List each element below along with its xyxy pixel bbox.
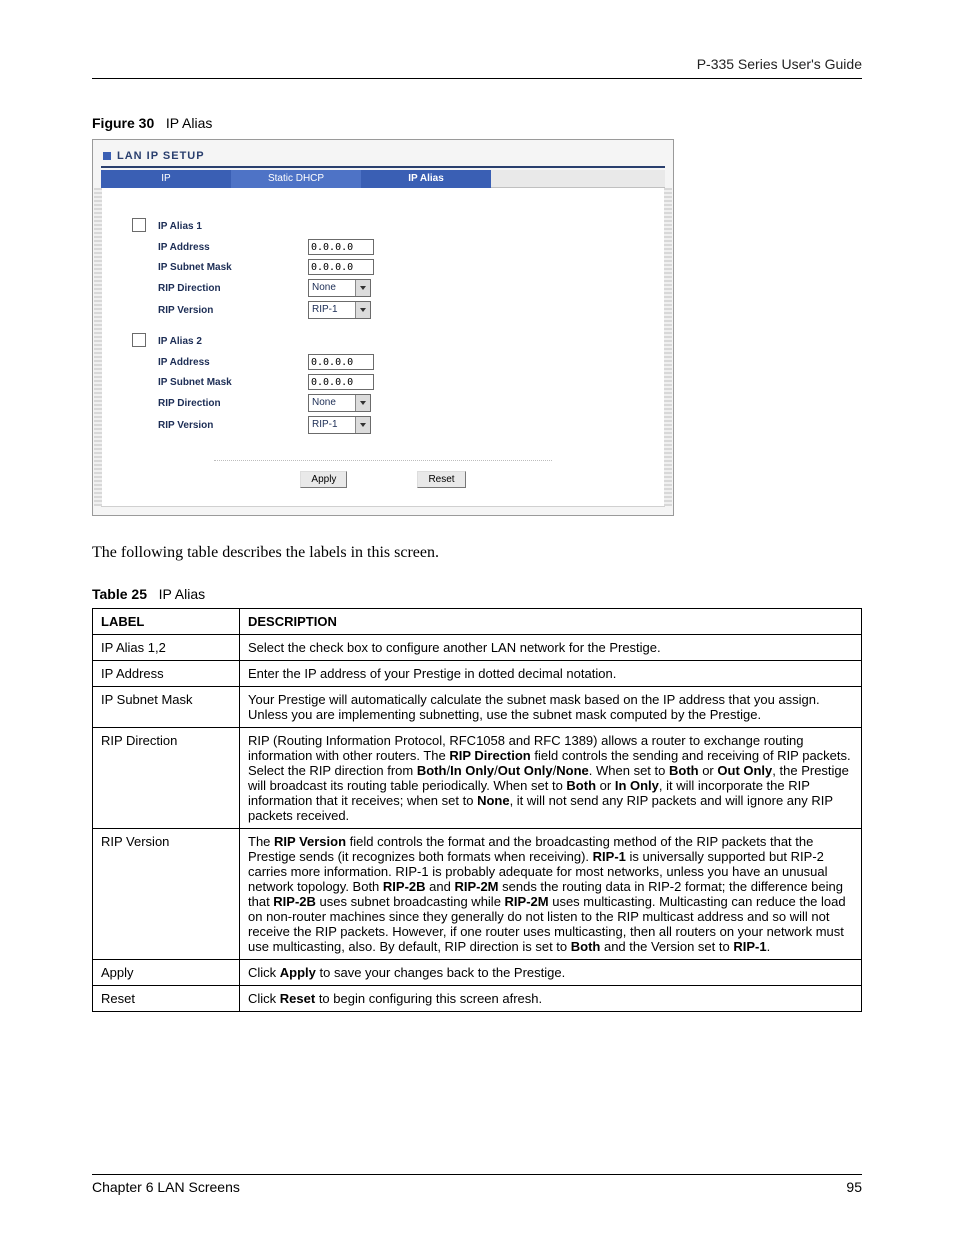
subnet-mask-label-1: IP Subnet Mask [158, 262, 308, 273]
table-row: RIP VersionThe RIP Version field control… [93, 829, 862, 960]
rip-version-select-2[interactable]: RIP-1 [308, 416, 371, 434]
ip-alias-1-row: IP Alias 1 [102, 216, 664, 237]
rip-version-label-1: RIP Version [158, 305, 308, 316]
rip-direction-select-2[interactable]: None [308, 394, 371, 412]
panel-bullet-icon [103, 152, 111, 160]
figure-caption: Figure 30 IP Alias [92, 115, 862, 131]
rip-direction-label-1: RIP Direction [158, 283, 308, 294]
ip-alias-1-checkbox[interactable] [132, 218, 146, 232]
table-row: IP Alias 1,2Select the check box to conf… [93, 635, 862, 661]
row-description: Your Prestige will automatically calcula… [240, 687, 862, 728]
tab-bar: IP Static DHCP IP Alias [101, 170, 665, 188]
ip-alias-2-label: IP Alias 2 [158, 336, 308, 347]
chevron-down-icon [355, 417, 370, 433]
ip-address-label-1: IP Address [158, 242, 308, 253]
ip-alias-1-label: IP Alias 1 [158, 221, 308, 232]
footer-chapter: Chapter 6 LAN Screens [92, 1179, 240, 1195]
table-row: ResetClick Reset to begin configuring th… [93, 986, 862, 1012]
reset-button[interactable]: Reset [417, 471, 465, 488]
ip-address-label-2: IP Address [158, 357, 308, 368]
apply-button[interactable]: Apply [300, 471, 347, 488]
tab-ip-alias[interactable]: IP Alias [361, 170, 491, 188]
chevron-down-icon [355, 302, 370, 318]
description-table: LABEL DESCRIPTION IP Alias 1,2Select the… [92, 608, 862, 1012]
row-description: Click Apply to save your changes back to… [240, 960, 862, 986]
row-label: RIP Direction [93, 728, 240, 829]
table-row: ApplyClick Apply to save your changes ba… [93, 960, 862, 986]
row-label: Reset [93, 986, 240, 1012]
ip-alias-2-row: IP Alias 2 [102, 331, 664, 352]
row-label: IP Alias 1,2 [93, 635, 240, 661]
intro-text: The following table describes the labels… [92, 544, 862, 562]
ip-address-input-2[interactable] [308, 354, 374, 370]
footer-page-number: 95 [846, 1179, 862, 1195]
rip-version-label-2: RIP Version [158, 420, 308, 431]
form-area: IP Alias 1 IP Address IP Subnet Mask RIP… [101, 188, 665, 507]
table-row: RIP DirectionRIP (Routing Information Pr… [93, 728, 862, 829]
row-label: IP Subnet Mask [93, 687, 240, 728]
table-caption: Table 25 IP Alias [92, 586, 862, 602]
tab-static-dhcp[interactable]: Static DHCP [231, 170, 361, 188]
subnet-mask-label-2: IP Subnet Mask [158, 377, 308, 388]
row-label: Apply [93, 960, 240, 986]
screenshot-panel: LAN IP SETUP IP Static DHCP IP Alias IP … [92, 139, 674, 516]
chevron-down-icon [355, 395, 370, 411]
row-description: RIP (Routing Information Protocol, RFC10… [240, 728, 862, 829]
row-description: Click Reset to begin configuring this sc… [240, 986, 862, 1012]
rip-direction-select-1[interactable]: None [308, 279, 371, 297]
row-description: Select the check box to configure anothe… [240, 635, 862, 661]
row-label: IP Address [93, 661, 240, 687]
tab-ip[interactable]: IP [101, 170, 231, 188]
col-label: LABEL [93, 609, 240, 635]
rip-direction-label-2: RIP Direction [158, 398, 308, 409]
table-row: IP AddressEnter the IP address of your P… [93, 661, 862, 687]
subnet-mask-input-2[interactable] [308, 374, 374, 390]
subnet-mask-input-1[interactable] [308, 259, 374, 275]
row-description: The RIP Version field controls the forma… [240, 829, 862, 960]
row-description: Enter the IP address of your Prestige in… [240, 661, 862, 687]
panel-title: LAN IP SETUP [101, 148, 665, 166]
rip-version-select-1[interactable]: RIP-1 [308, 301, 371, 319]
row-label: RIP Version [93, 829, 240, 960]
running-header: P-335 Series User's Guide [92, 56, 862, 79]
ip-address-input-1[interactable] [308, 239, 374, 255]
chevron-down-icon [355, 280, 370, 296]
col-description: DESCRIPTION [240, 609, 862, 635]
ip-alias-2-checkbox[interactable] [132, 333, 146, 347]
table-row: IP Subnet MaskYour Prestige will automat… [93, 687, 862, 728]
